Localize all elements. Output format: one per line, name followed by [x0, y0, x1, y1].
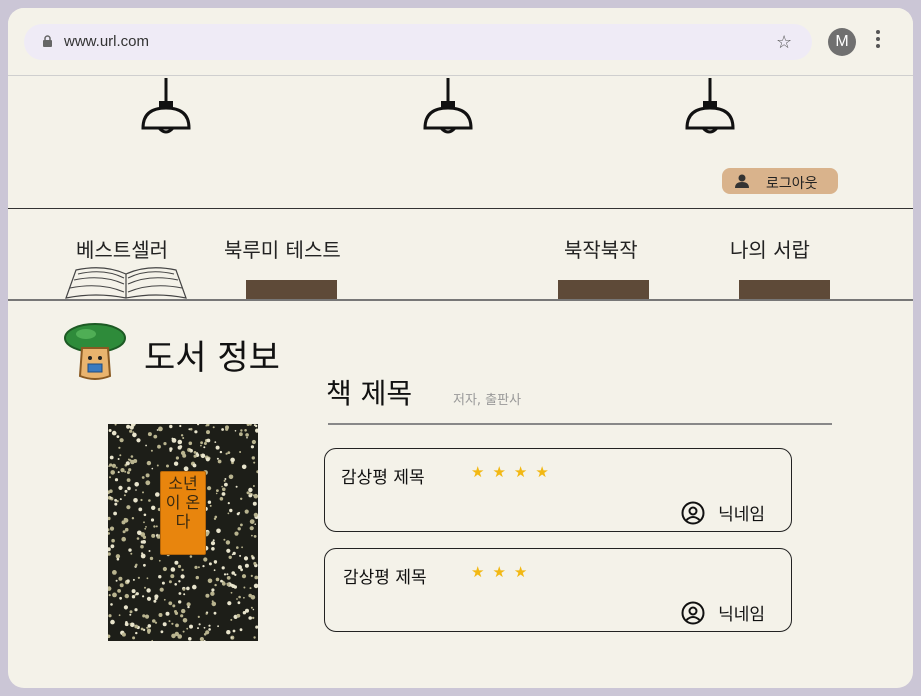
- logout-label: 로그아웃: [766, 176, 818, 192]
- nav-my-drawer[interactable]: 나의 서랍: [730, 234, 810, 263]
- profile-avatar[interactable]: M: [828, 28, 856, 56]
- book-title: 책 제목: [326, 377, 413, 410]
- book-cover: 소년이 온다: [108, 424, 258, 641]
- nav-indicator-drawer: [739, 280, 830, 299]
- review-title: 감상평 제목: [341, 468, 425, 488]
- nav-bookrumi-test[interactable]: 북루미 테스트: [224, 234, 341, 263]
- user-icon: [735, 174, 749, 188]
- address-bar[interactable]: www.url.com ☆: [24, 24, 812, 60]
- header-divider: [8, 208, 913, 209]
- review-nickname: 닉네임: [718, 605, 765, 625]
- title-underline: [328, 423, 832, 425]
- book-author-publisher: 저자, 출판사: [453, 393, 522, 408]
- nav-indicator-bookjak: [558, 280, 649, 299]
- url-text: www.url.com: [64, 33, 150, 50]
- review-card[interactable]: 감상평 제목 ★★★★ 닉네임: [324, 448, 792, 532]
- lock-icon: [43, 35, 52, 47]
- nav-bookjak[interactable]: 북작북작: [564, 234, 638, 263]
- lamp-icon: [423, 78, 473, 134]
- cover-title-label: 소년이 온다: [160, 471, 206, 555]
- cover-title: 소년이 온다: [165, 474, 201, 531]
- lamp-icon: [685, 78, 735, 134]
- logout-button[interactable]: 로그아웃: [722, 168, 838, 194]
- review-card[interactable]: 감상평 제목 ★★★ 닉네임: [324, 548, 792, 632]
- browser-toolbar: www.url.com ☆ M: [8, 8, 913, 76]
- page-title: 도서 정보: [144, 338, 280, 378]
- rating-stars: ★★★★: [471, 463, 557, 481]
- browser-window: www.url.com ☆ M 로그아웃 베스트셀러 북루미 테스트 북작북작 …: [8, 8, 913, 688]
- review-nickname: 닉네임: [718, 505, 765, 525]
- nav-bestseller[interactable]: 베스트셀러: [76, 234, 168, 263]
- nav-indicator-bookrumi: [246, 280, 337, 299]
- tree-mascot-icon: [64, 323, 126, 380]
- user-circle-icon: [681, 601, 705, 625]
- browser-menu-icon[interactable]: [876, 30, 880, 51]
- bookmark-star-icon[interactable]: ☆: [776, 32, 792, 53]
- rating-stars: ★★★: [471, 563, 536, 581]
- lamp-icon: [141, 78, 191, 134]
- open-book-icon: [65, 267, 187, 299]
- review-title: 감상평 제목: [343, 568, 427, 588]
- user-circle-icon: [681, 501, 705, 525]
- nav-divider: [8, 299, 913, 301]
